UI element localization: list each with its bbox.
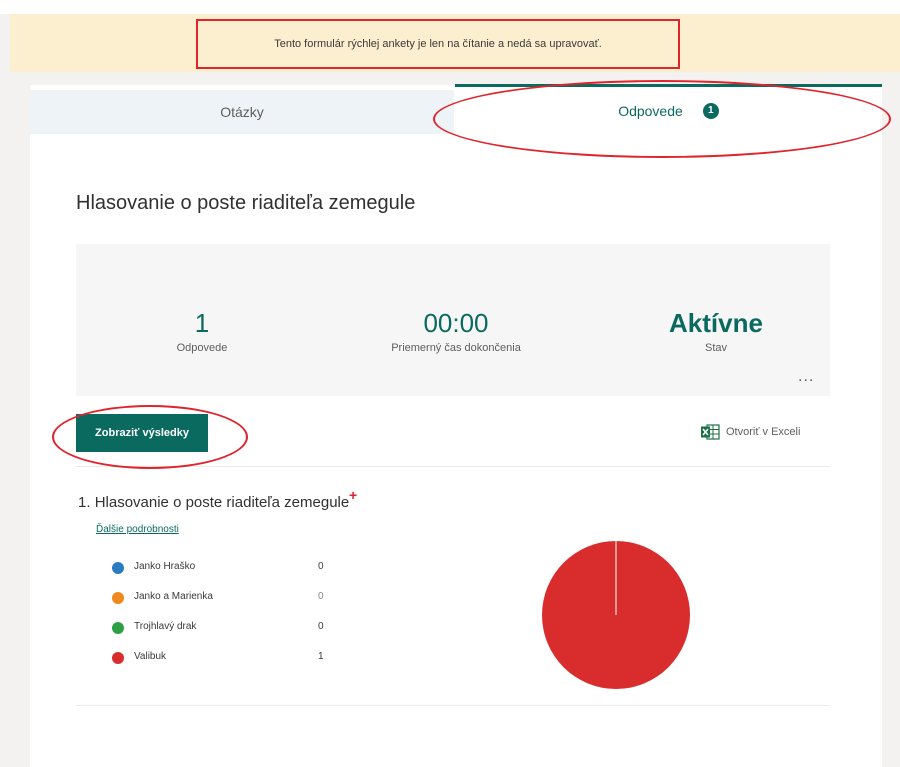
stat-status-value: Aktívne: [669, 308, 763, 338]
open-in-excel-link[interactable]: Otvoriť v Exceli: [700, 422, 800, 442]
legend-option-count: 0: [318, 561, 324, 572]
legend-option-name: Janko a Marienka: [134, 591, 213, 602]
tab-questions-label: Otázky: [220, 104, 264, 120]
question-title: 1. Hlasovanie o poste riaditeľa zemegule: [78, 494, 349, 511]
open-in-excel-label: Otvoriť v Exceli: [726, 426, 801, 438]
page-title: Hlasovanie o poste riaditeľa zemegule: [76, 192, 416, 214]
more-options-icon[interactable]: ...: [798, 368, 814, 386]
legend-color-icon: [112, 592, 124, 604]
legend-option-count: 0: [318, 621, 324, 632]
legend-option-count: 0: [318, 591, 324, 602]
stat-responses-label: Odpovede: [176, 342, 228, 354]
view-results-button[interactable]: Zobraziť výsledky: [76, 414, 208, 452]
stat-status: Aktívne Stav: [636, 308, 796, 354]
stat-average-time-label: Priemerný čas dokončenia: [391, 342, 521, 354]
more-details-link[interactable]: Ďalšie podrobnosti: [96, 524, 179, 535]
legend-item: Valibuk 1: [112, 650, 352, 680]
legend-option-count: 1: [318, 651, 324, 662]
tab-responses[interactable]: Odpovede 1: [455, 84, 882, 134]
stat-average-time-value: 00:00: [423, 308, 489, 338]
tab-questions[interactable]: Otázky: [30, 90, 454, 134]
question-number: 1.: [78, 494, 91, 511]
section-divider: [76, 466, 830, 467]
legend-item: Trojhlavý drak 0: [112, 620, 352, 650]
results-pie-chart: [542, 541, 690, 689]
legend-item: Janko a Marienka 0: [112, 590, 352, 620]
legend-option-name: Trojhlavý drak: [134, 621, 197, 632]
stat-status-label: Stav: [704, 342, 727, 354]
legend-option-name: Janko Hraško: [134, 561, 196, 572]
excel-icon: [701, 424, 720, 440]
legend-color-icon: [112, 622, 124, 634]
summary-stats: 1 Odpovede 00:00 Priemerný čas dokončeni…: [76, 244, 830, 396]
stat-responses: 1 Odpovede: [142, 308, 262, 354]
response-count-badge: 1: [702, 102, 719, 119]
question-text: Hlasovanie o poste riaditeľa zemegule: [94, 494, 350, 511]
stat-average-time: 00:00 Priemerný čas dokončenia: [346, 308, 566, 354]
stat-responses-value: 1: [194, 308, 210, 338]
cursor-mark-icon: +: [349, 487, 358, 503]
legend-item: Janko Hraško 0: [112, 560, 352, 590]
section-divider-bottom: [76, 705, 830, 706]
read-only-message: Tento formulár rýchlej ankety je len na …: [196, 19, 680, 69]
window-top-strip: [0, 0, 900, 14]
legend-option-name: Valibuk: [134, 651, 167, 662]
legend-color-icon: [112, 562, 124, 574]
legend-color-icon: [112, 652, 124, 664]
tab-responses-label: Odpovede: [618, 102, 683, 119]
results-legend: Janko Hraško 0 Janko a Marienka 0 Trojhlavý …: [112, 560, 352, 680]
